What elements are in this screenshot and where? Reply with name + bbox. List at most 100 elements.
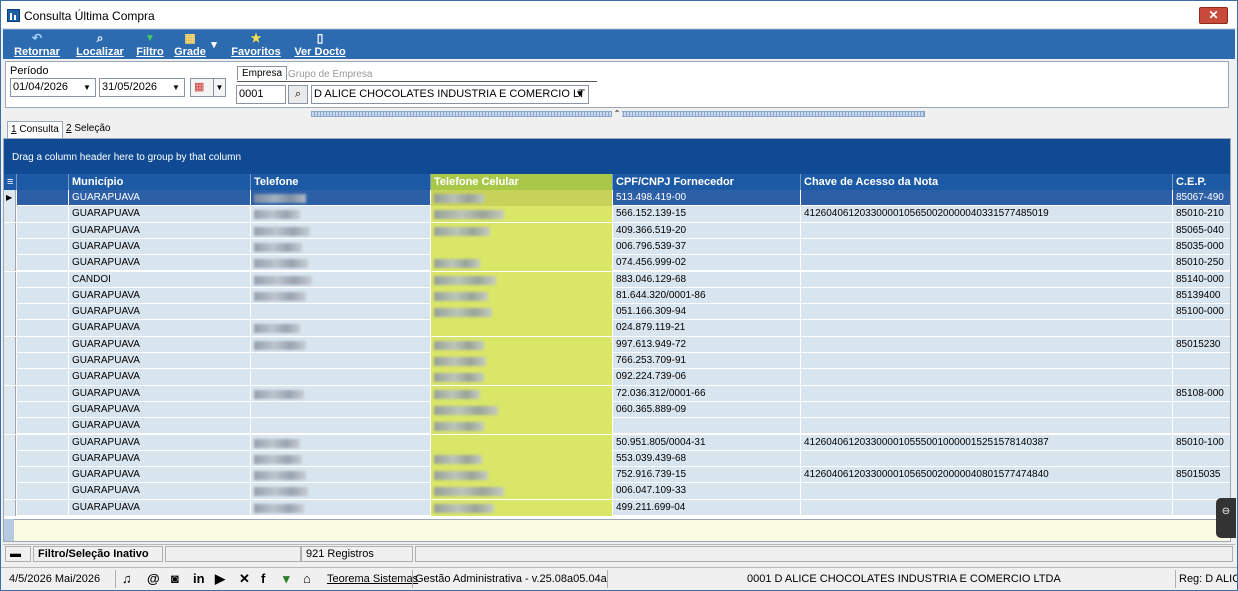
table-row[interactable]: GUARAPUAVA 752.916.739-15 4126040612033000…: [4, 467, 1230, 484]
at-icon[interactable]: @: [147, 571, 160, 587]
empresa-code-input[interactable]: 0001: [236, 85, 286, 104]
row-selector[interactable]: [4, 271, 16, 288]
group-by-bar[interactable]: Drag a column header here to group by th…: [4, 139, 1230, 174]
empresa-name-combo[interactable]: D ALICE CHOCOLATES INDUSTRIA E COMERCIO …: [311, 85, 589, 104]
row-selector[interactable]: [4, 320, 16, 337]
facebook-icon[interactable]: f: [261, 571, 265, 587]
tab-consulta[interactable]: 1 Consulta: [7, 121, 63, 138]
row-selector[interactable]: [4, 190, 16, 206]
divider: [237, 81, 597, 82]
instagram-icon[interactable]: ◙: [171, 571, 179, 587]
graduation-icon[interactable]: ⌂: [303, 571, 311, 587]
headset-icon[interactable]: ♫: [122, 571, 132, 587]
row-selector[interactable]: [4, 222, 16, 239]
row-selector[interactable]: [4, 434, 16, 451]
side-panel-handle[interactable]: ⊖: [1216, 498, 1236, 538]
row-selector[interactable]: [4, 385, 16, 402]
retornar-button[interactable]: ↶ Retornar: [9, 30, 65, 60]
youtube-icon[interactable]: ▶: [215, 571, 225, 587]
column-telefone[interactable]: Telefone: [250, 174, 430, 190]
table-row[interactable]: GUARAPUAVA 499.211.699-04: [4, 499, 1230, 516]
row-selector[interactable]: [4, 287, 16, 304]
cell-cep: 85015035: [1172, 467, 1230, 484]
cell-telefone-celular: [430, 238, 612, 255]
tab-empresa[interactable]: Empresa: [237, 66, 288, 80]
panel-splitter[interactable]: ⌃: [311, 109, 925, 118]
filtro-button[interactable]: ▼ Filtro: [135, 30, 165, 60]
table-row[interactable]: GUARAPUAVA 409.366.519-20 85065-040: [4, 222, 1230, 239]
grid-footer: [4, 519, 1230, 541]
row-selector[interactable]: [4, 336, 16, 353]
table-row[interactable]: GUARAPUAVA 766.253.709-91: [4, 353, 1230, 370]
grade-button[interactable]: ▦ Grade: [173, 30, 207, 60]
column-blank[interactable]: [16, 174, 68, 190]
cell-telefone: [250, 385, 430, 402]
version-text: Gestão Administrativa - v.25.08a05.04a: [415, 573, 607, 585]
cell-telefone: [250, 190, 430, 206]
date-from-field[interactable]: 01/04/2026 ▼: [10, 78, 96, 97]
row-selector[interactable]: [4, 304, 16, 321]
column-telefone-celular[interactable]: Telefone Celular: [430, 174, 612, 190]
row-selector[interactable]: [4, 238, 16, 255]
company-link[interactable]: Teorema Sistemas: [327, 573, 418, 585]
date-to-field[interactable]: 31/05/2026 ▼: [99, 78, 185, 97]
tab-selecao[interactable]: 2 Seleção: [63, 121, 113, 138]
table-row[interactable]: GUARAPUAVA 006.047.109-33: [4, 483, 1230, 500]
cell-telefone: [250, 206, 430, 223]
row-selector[interactable]: [4, 467, 16, 484]
row-selector[interactable]: [4, 499, 16, 516]
table-row[interactable]: GUARAPUAVA 566.152.139-15 4126040612033000…: [4, 206, 1230, 223]
table-row[interactable]: GUARAPUAVA 060.365.889-09: [4, 401, 1230, 419]
x-icon[interactable]: ✕: [239, 571, 250, 587]
cell-chave-acesso: [800, 190, 1172, 206]
table-row[interactable]: CANDOI 883.046.129-68 85140-000: [4, 271, 1230, 288]
tree-icon[interactable]: ▾: [283, 571, 290, 587]
table-row[interactable]: GUARAPUAVA 051.166.309-94 85100-000: [4, 304, 1230, 321]
row-selector[interactable]: [4, 369, 16, 386]
table-row[interactable]: GUARAPUAVA 074.456.999-02 85010-250: [4, 255, 1230, 272]
cell-telefone: [250, 418, 430, 435]
redacted-value: [254, 226, 310, 236]
column-municipio[interactable]: Município: [68, 174, 250, 190]
table-row[interactable]: GUARAPUAVA 553.039.439-68: [4, 450, 1230, 468]
table-row[interactable]: GUARAPUAVA 513.498.419-00 85067-490: [4, 190, 1230, 207]
table-row[interactable]: GUARAPUAVA 72.036.312/0001-66 85108-000: [4, 385, 1230, 402]
search-button[interactable]: ⌕: [288, 85, 308, 104]
calendar-button[interactable]: ▦ ▼: [190, 78, 226, 97]
column-cep[interactable]: C.E.P.: [1172, 174, 1230, 190]
table-row[interactable]: GUARAPUAVA 092.224.739-06: [4, 369, 1230, 386]
cell-telefone-celular: [430, 255, 612, 272]
status-blank-2: [415, 546, 1233, 562]
search-icon: ⌕: [294, 88, 302, 100]
table-row[interactable]: GUARAPUAVA 006.796.539-37 85035-000: [4, 238, 1230, 256]
table-row[interactable]: GUARAPUAVA 997.613.949-72 85015230: [4, 336, 1230, 353]
column-chooser-icon[interactable]: ≡: [4, 174, 16, 190]
cell-telefone-celular: [430, 336, 612, 353]
table-row[interactable]: GUARAPUAVA 50.951.805/0004-31 412604061203…: [4, 434, 1230, 451]
row-selector[interactable]: [4, 353, 16, 369]
cell-telefone-celular: [430, 385, 612, 402]
tab-grupo-empresa[interactable]: Grupo de Empresa: [288, 69, 373, 80]
ver-docto-button[interactable]: ▯ Ver Docto: [291, 30, 349, 60]
row-selector[interactable]: [4, 206, 16, 223]
linkedin-icon[interactable]: in: [193, 571, 205, 587]
row-selector[interactable]: [4, 401, 16, 418]
row-selector[interactable]: [4, 450, 16, 467]
row-selector[interactable]: [4, 255, 16, 272]
cell-cpf-cnpj: 81.644.320/0001-86: [612, 287, 800, 304]
redacted-value: [434, 275, 496, 285]
table-row[interactable]: GUARAPUAVA: [4, 418, 1230, 435]
redacted-value: [254, 210, 300, 220]
column-chave-acesso[interactable]: Chave de Acesso da Nota: [800, 174, 1172, 190]
column-cpf-cnpj[interactable]: CPF/CNPJ Fornecedor: [612, 174, 800, 190]
close-button[interactable]: ✕: [1199, 7, 1228, 24]
cell-blank: [16, 418, 68, 435]
cell-telefone: [250, 369, 430, 386]
row-selector[interactable]: [4, 418, 16, 435]
favoritos-button[interactable]: ★ Favoritos: [229, 30, 283, 60]
table-row[interactable]: GUARAPUAVA 024.879.119-21: [4, 320, 1230, 337]
localizar-button[interactable]: ⌕ Localizar: [75, 30, 125, 60]
row-selector[interactable]: [4, 483, 16, 500]
cell-telefone: [250, 499, 430, 516]
table-row[interactable]: GUARAPUAVA 81.644.320/0001-86 85139400: [4, 287, 1230, 305]
